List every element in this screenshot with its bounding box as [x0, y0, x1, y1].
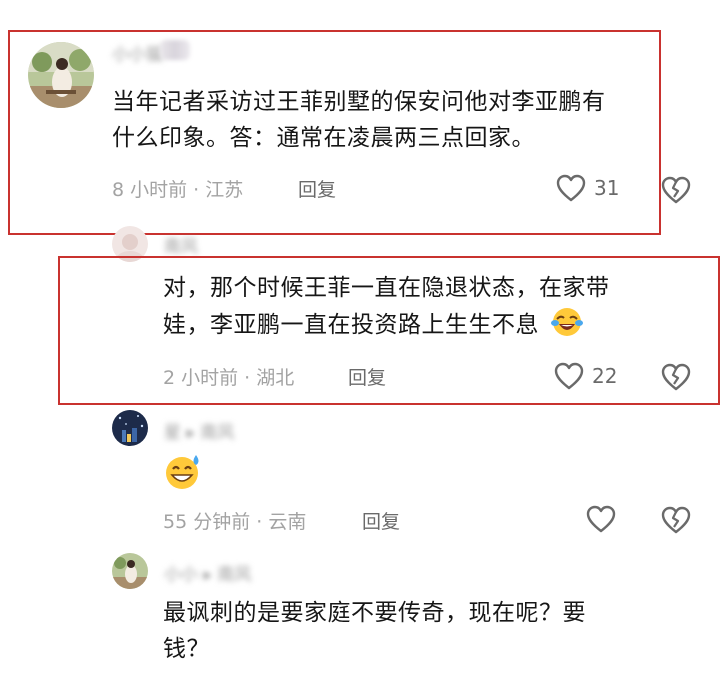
reply-button[interactable]: 回复 — [362, 507, 400, 534]
comment-text: 最讽刺的是要家庭不要传奇，现在呢？要 钱？ — [163, 595, 586, 667]
like-button[interactable] — [586, 505, 616, 533]
avatar[interactable] — [112, 410, 148, 446]
highlight-box — [8, 30, 661, 235]
comment-text-line: 最讽刺的是要家庭不要传奇，现在呢？要 — [163, 600, 586, 626]
comment-username[interactable]: 小小 ▸ 南风 — [164, 560, 251, 585]
broken-heart-icon[interactable] — [661, 506, 691, 538]
broken-heart-icon[interactable] — [661, 176, 691, 208]
comment-username[interactable]: 南风 — [164, 232, 198, 257]
heart-icon — [586, 505, 616, 533]
comment-username[interactable]: 星 ▸ 南风 — [164, 418, 234, 443]
comment-meta: 55 分钟前 · 云南 — [163, 511, 307, 533]
highlight-box — [58, 256, 720, 405]
sweat-smile-emoji — [163, 452, 203, 496]
avatar[interactable] — [112, 553, 148, 589]
comment-text-line: 钱？ — [163, 636, 210, 662]
